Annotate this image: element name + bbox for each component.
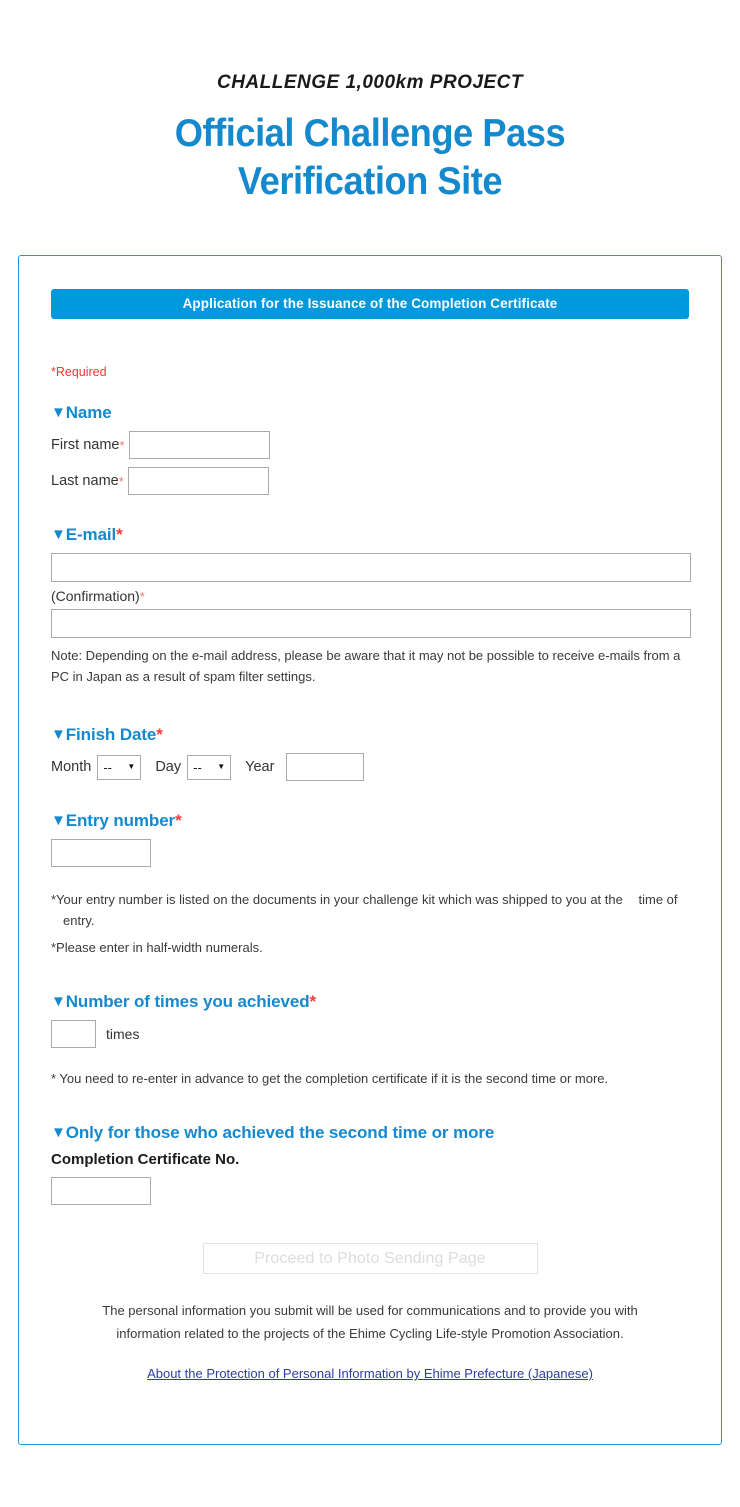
form-card: Application for the Issuance of the Comp… xyxy=(18,255,722,1445)
page-header: CHALLENGE 1,000km PROJECT Official Chall… xyxy=(0,0,740,205)
email-confirmation-input[interactable] xyxy=(51,609,691,638)
form-body: *Required ▼Name First name * Last name * ▼… xyxy=(19,365,721,1383)
section-name-heading: ▼Name xyxy=(51,403,689,423)
section-email-title: E-mail xyxy=(65,525,117,544)
form-banner: Application for the Issuance of the Comp… xyxy=(51,289,689,319)
privacy-note-line-1: The personal information you submit will… xyxy=(102,1303,638,1319)
caret-down-icon: ▼ xyxy=(51,726,66,744)
section-times-achieved: ▼Number of times you achieved* times * Y… xyxy=(51,992,689,1089)
email-input[interactable] xyxy=(51,553,691,582)
email-note: Note: Depending on the e-mail address, p… xyxy=(51,648,681,685)
first-name-required-asterisk: * xyxy=(119,437,125,453)
entry-number-note-1: *Your entry number is listed on the docu… xyxy=(51,889,689,931)
month-select[interactable]: -- xyxy=(97,754,142,780)
caret-down-icon: ▼ xyxy=(51,404,66,421)
caret-down-icon: ▼ xyxy=(51,812,66,830)
email-confirmation-required-asterisk: * xyxy=(139,589,145,604)
last-name-required-asterisk: * xyxy=(118,473,124,489)
year-label: Year xyxy=(245,759,275,776)
times-achieved-input[interactable] xyxy=(51,1020,96,1049)
section-second-time-heading: ▼Only for those who achieved the second … xyxy=(51,1123,689,1143)
privacy-note-line-2: information related to the projects of t… xyxy=(116,1325,624,1341)
section-finish-date-heading: ▼Finish Date* xyxy=(51,725,689,745)
finish-date-required-asterisk: * xyxy=(156,725,163,745)
section-name-title: Name xyxy=(65,403,112,422)
times-achieved-required-asterisk: * xyxy=(309,992,317,1012)
day-select[interactable]: -- xyxy=(187,754,232,780)
month-select-wrap: -- ▼ xyxy=(97,754,142,780)
section-email: ▼E-mail* (Confirmation)* Note: Depending… xyxy=(51,525,691,687)
finish-date-row: Month -- ▼ Day -- ▼ Year xyxy=(51,753,689,782)
times-unit-label: times xyxy=(106,1026,140,1043)
month-label: Month xyxy=(51,759,92,776)
section-entry-number-heading: ▼Entry number* xyxy=(51,811,689,831)
section-second-time: ▼Only for those who achieved the second … xyxy=(51,1123,689,1206)
first-name-label: First name xyxy=(51,437,120,453)
caret-down-icon: ▼ xyxy=(51,1124,66,1142)
section-second-time-title: Only for those who achieved the second t… xyxy=(65,1123,495,1143)
entry-number-required-asterisk: * xyxy=(175,811,182,831)
privacy-link-area: About the Protection of Personal Informa… xyxy=(51,1365,689,1383)
section-finish-date: ▼Finish Date* Month -- ▼ Day -- ▼ Year xyxy=(51,725,689,782)
times-achieved-note: * You need to re-enter in advance to get… xyxy=(51,1071,609,1087)
last-name-input[interactable] xyxy=(127,467,269,495)
page-title-line-2: Verification Site xyxy=(237,159,503,203)
first-name-row: First name * xyxy=(51,431,689,459)
email-confirmation-label-row: (Confirmation)* xyxy=(51,588,689,604)
email-confirmation-label: (Confirmation) xyxy=(51,588,140,604)
day-select-wrap: -- ▼ xyxy=(187,754,232,780)
day-label: Day xyxy=(155,759,182,776)
privacy-note: The personal information you submit will… xyxy=(95,1300,645,1345)
privacy-policy-link[interactable]: About the Protection of Personal Informa… xyxy=(147,1366,593,1381)
section-name: ▼Name First name * Last name * xyxy=(51,403,689,495)
project-kicker: CHALLENGE 1,000km PROJECT xyxy=(216,72,524,93)
section-email-heading: ▼E-mail* xyxy=(51,525,689,545)
times-achieved-row: times xyxy=(51,1020,689,1049)
section-entry-number-title: Entry number xyxy=(65,811,176,831)
section-times-achieved-title: Number of times you achieved xyxy=(65,992,310,1012)
proceed-to-photo-sending-page-button[interactable]: Proceed to Photo Sending Page xyxy=(202,1243,538,1275)
entry-number-input[interactable] xyxy=(51,839,151,868)
first-name-input[interactable] xyxy=(128,431,270,459)
caret-down-icon: ▼ xyxy=(51,993,66,1011)
entry-number-note-2: *Please enter in half-width numerals. xyxy=(51,940,263,956)
completion-certificate-no-label: Completion Certificate No. xyxy=(51,1151,240,1169)
entry-number-note-1-text: *Your entry number is listed on the docu… xyxy=(51,892,623,908)
section-times-achieved-heading: ▼Number of times you achieved* xyxy=(51,992,689,1012)
completion-certificate-no-input[interactable] xyxy=(51,1177,151,1206)
year-input[interactable] xyxy=(286,753,365,782)
caret-down-icon: ▼ xyxy=(51,526,66,543)
last-name-row: Last name * xyxy=(51,467,689,495)
section-entry-number: ▼Entry number* *Your entry number is lis… xyxy=(51,811,689,958)
email-required-asterisk: * xyxy=(116,525,123,544)
submit-area: Proceed to Photo Sending Page xyxy=(51,1243,689,1275)
last-name-label: Last name xyxy=(51,473,119,489)
section-finish-date-title: Finish Date xyxy=(65,725,157,745)
required-legend: *Required xyxy=(51,365,107,379)
page-title: Official Challenge Pass Verification Sit… xyxy=(26,110,714,205)
page-title-line-1: Official Challenge Pass xyxy=(174,112,566,155)
